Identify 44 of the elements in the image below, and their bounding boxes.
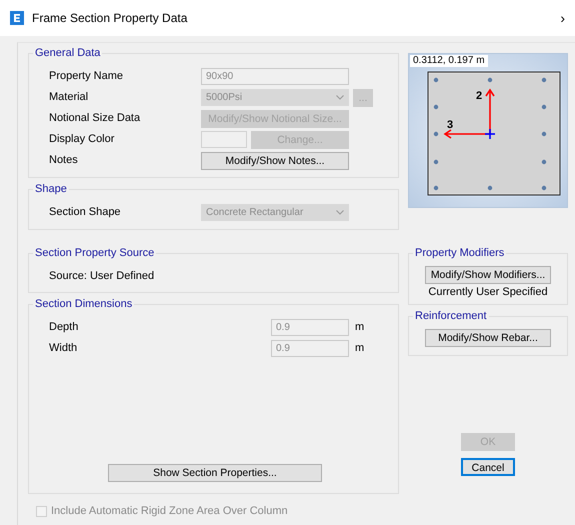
rebar-dot	[434, 104, 438, 110]
color-swatch[interactable]	[201, 131, 247, 148]
button[interactable]: Modify/Show Notes...	[201, 152, 349, 170]
rebar-dot	[542, 104, 546, 110]
coordinate-readout: 0.3112, 0.197 m	[410, 55, 488, 67]
rebar-dot	[434, 186, 438, 190]
axis-label: 3	[447, 119, 454, 131]
field-label: Section Shape	[48, 205, 122, 220]
status-text: Currently User Specified	[427, 285, 549, 300]
field-label: Depth	[48, 320, 80, 336]
rebar-dot	[542, 132, 546, 136]
rebar-dot	[542, 160, 546, 164]
field-label: Notional Size Data	[48, 111, 142, 126]
dropdown-caret-icon	[336, 95, 344, 100]
rebar-dot	[434, 78, 438, 82]
button[interactable]: Cancel	[461, 458, 515, 476]
rebar-dot	[434, 160, 438, 164]
button[interactable]: Modify/Show Rebar...	[425, 328, 551, 346]
unit-label: m	[355, 341, 364, 356]
rebar-dot	[542, 186, 546, 190]
button[interactable]: Modify/Show Modifiers...	[425, 266, 551, 284]
app-logo-icon	[10, 11, 24, 25]
rebar-dot	[488, 78, 492, 82]
rebar-dot	[542, 78, 546, 82]
dropdown-caret-icon	[336, 210, 344, 215]
rebar-dot	[434, 132, 438, 136]
axis-label: 2	[476, 90, 482, 102]
group-label: Section Property Source	[33, 247, 156, 260]
close-button[interactable]: ›	[560, 8, 565, 28]
window-title: Frame Section Property Data	[32, 10, 188, 27]
group-label: Reinforcement	[413, 310, 489, 322]
source-text: Source: User Defined	[48, 269, 154, 284]
field-label: Display Color	[48, 132, 116, 148]
field-label: Material	[48, 90, 90, 106]
button[interactable]: Show Section Properties...	[108, 464, 322, 482]
field-label: Notes	[48, 153, 79, 168]
centroid-icon	[485, 129, 495, 139]
checkbox-label: Include Automatic Rigid Zone Area Over Column	[51, 504, 288, 519]
group-label: Property Modifiers	[413, 247, 506, 260]
field-label: Width	[48, 341, 78, 356]
field-label: Property Name	[48, 69, 124, 84]
unit-label: m	[355, 320, 364, 336]
rebar-dot	[488, 186, 492, 190]
group-label: Shape	[33, 183, 69, 196]
